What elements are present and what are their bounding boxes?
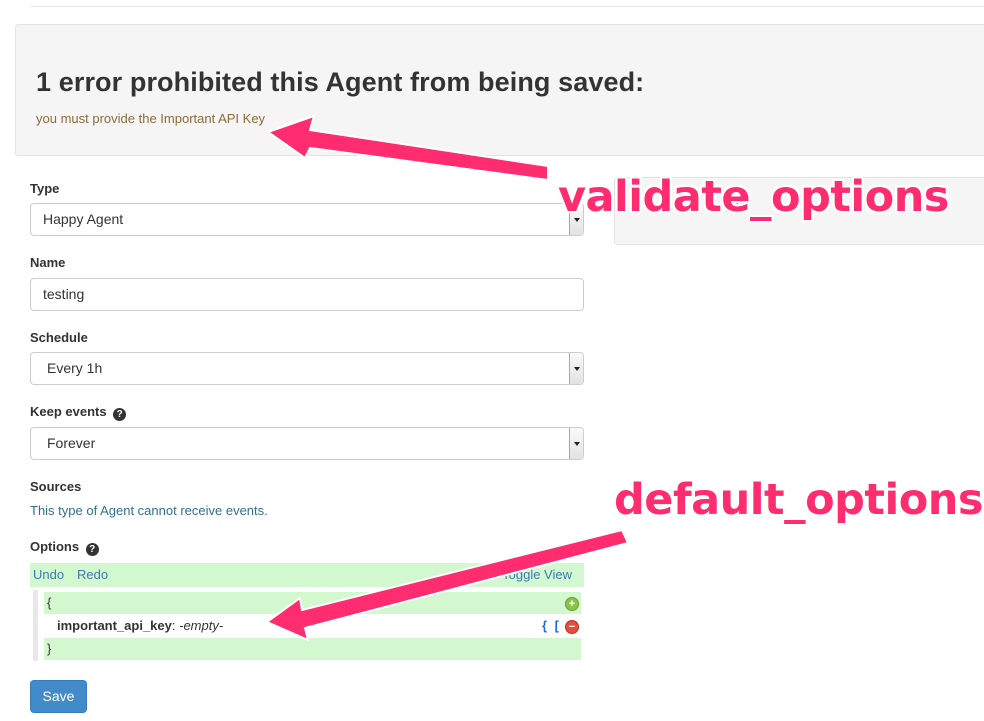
validate-options-annotation: validate_options (558, 172, 949, 222)
arrow-to-json-key (265, 528, 630, 642)
annotation-arrows (265, 114, 630, 642)
default-options-annotation: default_options (614, 475, 983, 525)
arrow-to-error-message (265, 114, 549, 182)
